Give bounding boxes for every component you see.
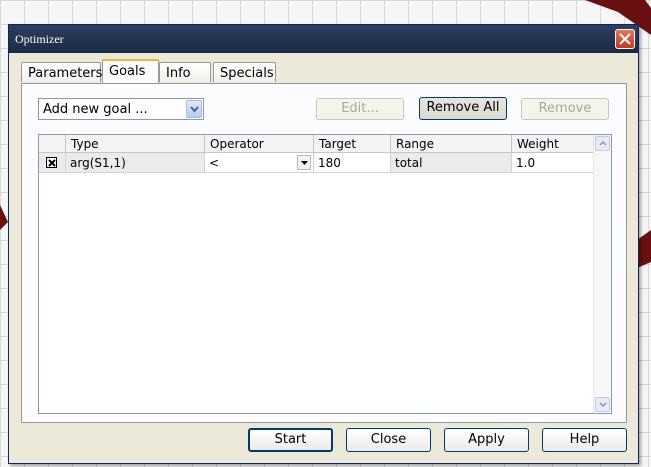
start-button[interactable]: Start [248, 428, 333, 452]
table-row-select-cell [39, 153, 66, 173]
table-header-range[interactable]: Range [391, 135, 512, 153]
optimizer-dialog: Optimizer Parameters Goals Info Specials… [8, 24, 639, 464]
close-window-button[interactable] [615, 29, 635, 49]
tab-info[interactable]: Info [159, 62, 211, 82]
remove-all-button[interactable]: Remove All [419, 97, 507, 120]
title-bar[interactable]: Optimizer [9, 25, 638, 53]
help-button[interactable]: Help [542, 428, 627, 452]
edit-button[interactable]: Edit... [316, 98, 404, 120]
chevron-down-icon [599, 402, 607, 407]
cell-weight[interactable]: 1.0 [512, 153, 594, 173]
table-vertical-scrollbar[interactable] [593, 135, 611, 413]
dropdown-triangle-icon [301, 161, 308, 165]
tab-goals[interactable]: Goals [102, 59, 159, 83]
cell-target[interactable]: 180 [314, 153, 391, 173]
tab-parameters[interactable]: Parameters [21, 62, 102, 82]
chevron-up-icon [599, 141, 607, 146]
goal-enabled-checkbox[interactable] [46, 157, 57, 168]
add-goal-select-value: Add new goal ... [43, 102, 148, 117]
add-goal-select[interactable]: Add new goal ... [38, 98, 204, 120]
cell-range[interactable]: total [391, 153, 512, 173]
dropdown-arrow-button[interactable] [186, 100, 202, 118]
table-header-weight[interactable]: Weight [512, 135, 594, 153]
window-title: Optimizer [15, 32, 64, 46]
table-header-type[interactable]: Type [66, 135, 205, 153]
remove-button[interactable]: Remove [521, 98, 609, 120]
apply-button[interactable]: Apply [444, 428, 529, 452]
close-button[interactable]: Close [346, 428, 431, 452]
cell-operator-value: < [209, 156, 220, 170]
goals-table: Type Operator Target Range Weight arg(S1… [38, 134, 612, 414]
scroll-down-button[interactable] [595, 397, 610, 412]
table-header-operator[interactable]: Operator [205, 135, 314, 153]
cell-type[interactable]: arg(S1,1) [66, 153, 205, 173]
table-header-target[interactable]: Target [314, 135, 391, 153]
close-icon [619, 33, 631, 45]
tab-specials[interactable]: Specials [213, 62, 276, 82]
chevron-down-icon [190, 106, 199, 113]
scroll-up-button[interactable] [595, 136, 610, 151]
operator-dropdown-button[interactable] [297, 155, 311, 170]
table-header-select [39, 135, 66, 153]
check-x-icon [48, 159, 56, 167]
goals-panel: Add new goal ... Edit... Remove All Remo… [21, 83, 627, 423]
cell-operator[interactable]: < [205, 153, 314, 173]
